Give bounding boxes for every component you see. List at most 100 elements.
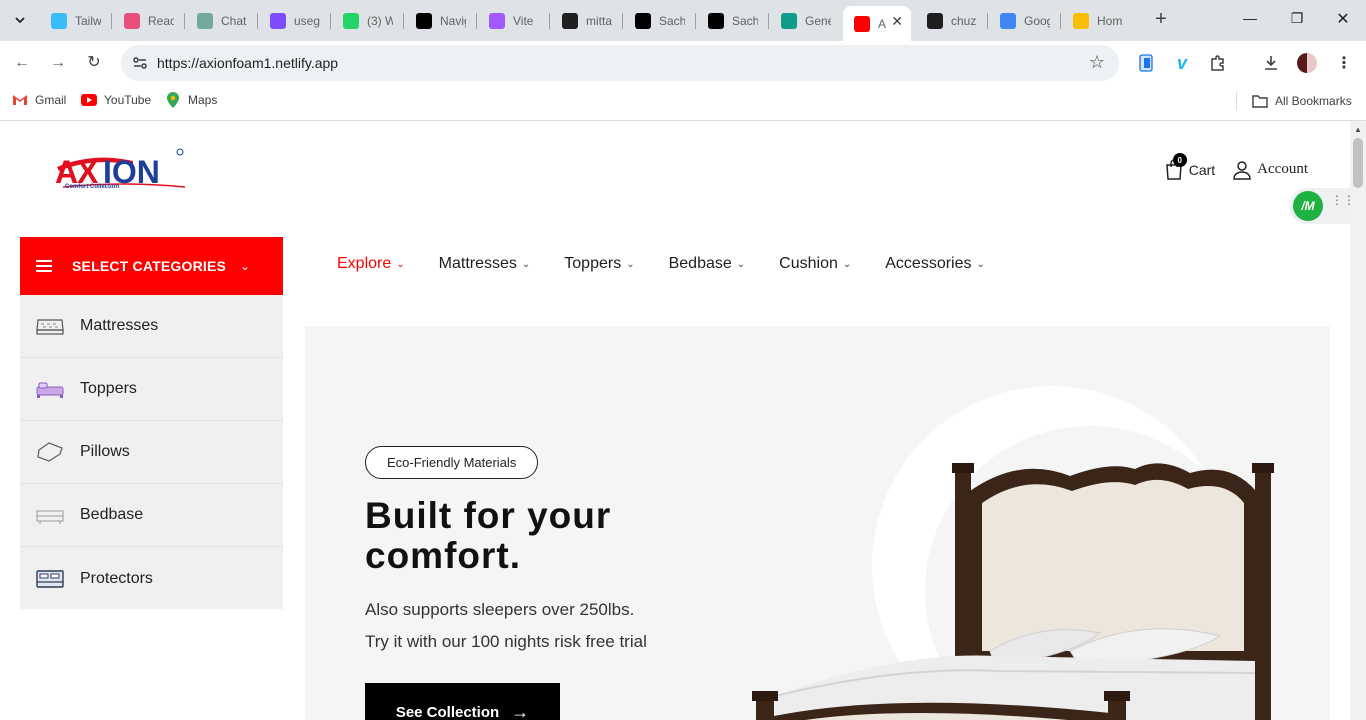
tab-title: Hom xyxy=(1097,13,1123,28)
minimize-button[interactable]: — xyxy=(1240,10,1260,26)
extensions-puzzle-icon[interactable] xyxy=(1207,52,1229,74)
nav-label: Cushion xyxy=(779,255,838,272)
profile-avatar[interactable] xyxy=(1296,52,1318,74)
browser-tab[interactable]: (3) W xyxy=(332,6,401,35)
hamburger-icon xyxy=(36,260,52,272)
browser-tab[interactable]: Sach xyxy=(624,6,693,35)
google-icon xyxy=(1000,12,1016,29)
tab-separator xyxy=(549,13,550,29)
hero-subtitle-line: Also supports sleepers over 250lbs. xyxy=(365,600,635,619)
floating-extension-widget[interactable]: / M ⋮⋮ xyxy=(1289,188,1350,224)
bookmark-star-icon[interactable]: ☆ xyxy=(1089,52,1105,73)
nav-toppers[interactable]: Toppers ⌄ xyxy=(564,255,634,273)
close-tab-icon[interactable]: ✕ xyxy=(891,13,903,30)
bookmark-maps[interactable]: Maps xyxy=(165,92,217,108)
nav-mattresses[interactable]: Mattresses ⌄ xyxy=(439,255,531,273)
see-collection-button[interactable]: See Collection → xyxy=(365,683,560,720)
category-item-toppers[interactable]: Toppers xyxy=(20,358,283,421)
bookmark-youtube[interactable]: YouTube xyxy=(81,93,151,107)
browser-tab[interactable]: Chat xyxy=(186,6,255,35)
nav-bedbase[interactable]: Bedbase ⌄ xyxy=(669,255,746,273)
new-tab-button[interactable]: + xyxy=(1151,9,1171,29)
tab-title: Goog xyxy=(1024,13,1050,28)
site-settings-icon[interactable] xyxy=(131,54,149,72)
browser-tab[interactable]: useg xyxy=(259,6,328,35)
drag-handle-icon[interactable]: ⋮⋮ xyxy=(1331,194,1350,206)
protector-icon xyxy=(36,569,64,588)
tab-separator xyxy=(330,13,331,29)
browser-tab[interactable]: Sach xyxy=(697,6,766,35)
folder-icon xyxy=(1252,94,1268,108)
nav-label: Accessories xyxy=(885,255,972,272)
scroll-up-arrow-icon[interactable]: ▲ xyxy=(1354,125,1362,134)
categories-title: SELECT CATEGORIES xyxy=(72,258,227,274)
category-item-mattresses[interactable]: Mattresses xyxy=(20,295,283,358)
download-icon[interactable] xyxy=(1260,52,1282,74)
axion-logo[interactable]: A X ION Comfort Collection xyxy=(53,147,188,191)
sach-icon xyxy=(708,12,724,29)
browser-tab[interactable]: chuz xyxy=(916,6,985,35)
extension-reader-icon[interactable] xyxy=(1135,52,1157,74)
tab-separator xyxy=(622,13,623,29)
nav-label: Toppers xyxy=(564,255,622,272)
browser-tab[interactable]: Tailw xyxy=(40,6,109,35)
tab-separator xyxy=(111,13,112,29)
category-label: Protectors xyxy=(80,569,153,587)
browser-tab[interactable]: mitta xyxy=(551,6,620,35)
category-label: Pillows xyxy=(80,443,130,460)
tab-search-button[interactable] xyxy=(7,8,33,32)
address-bar[interactable]: https://axionfoam1.netlify.app ☆ xyxy=(121,45,1119,81)
main-navigation: Explore ⌄ Mattresses ⌄ Toppers ⌄ Bedbase ⌄ C… xyxy=(337,255,1019,273)
bookmark-gmail[interactable]: Gmail xyxy=(12,93,66,107)
reload-button[interactable]: ↻ xyxy=(84,53,104,73)
category-item-bedbase[interactable]: Bedbase xyxy=(20,484,283,547)
nav-cushion[interactable]: Cushion ⌄ xyxy=(779,255,851,273)
nav-explore[interactable]: Explore ⌄ xyxy=(337,255,405,273)
chatgpt-icon xyxy=(197,12,213,29)
tab-title: A xyxy=(878,16,887,31)
browser-tab[interactable]: Gene xyxy=(770,6,839,35)
browser-tab[interactable]: A ✕ xyxy=(843,6,911,41)
mattress-icon xyxy=(36,319,64,335)
whatsapp-icon xyxy=(343,12,359,29)
browser-tab[interactable]: Vite xyxy=(478,6,547,35)
bed-product-image xyxy=(752,463,1274,720)
cart-button[interactable]: 0 Cart xyxy=(1165,153,1215,180)
bookmarks-bar: Gmail YouTube Maps All Bookmarks xyxy=(0,85,1366,121)
user-icon xyxy=(1233,160,1251,180)
select-categories-button[interactable]: SELECT CATEGORIES ⌄ xyxy=(20,237,283,295)
browser-tab[interactable]: Navig xyxy=(405,6,474,35)
logo-tagline: Comfort Collection xyxy=(65,184,119,190)
chevron-down-icon: ⌄ xyxy=(976,258,985,270)
close-window-button[interactable]: ✕ xyxy=(1333,9,1353,29)
forward-button[interactable]: → xyxy=(48,53,68,73)
all-bookmarks-folder[interactable]: All Bookmarks xyxy=(1236,92,1352,110)
category-item-protectors[interactable]: Protectors xyxy=(20,547,283,610)
account-button[interactable]: Account xyxy=(1233,160,1308,180)
browser-toolbar: ← → ↻ https://axionfoam1.netlify.app ☆ v… xyxy=(0,41,1366,85)
all-bookmarks-label: All Bookmarks xyxy=(1275,94,1352,108)
restore-button[interactable]: ❐ xyxy=(1287,10,1307,27)
scroll-thumb[interactable] xyxy=(1353,138,1363,188)
pillow-icon xyxy=(37,442,63,462)
tailwind-icon xyxy=(51,12,67,29)
menu-kebab-icon[interactable]: ⋮ xyxy=(1333,52,1355,74)
nav-label: Mattresses xyxy=(438,255,517,272)
category-item-pillows[interactable]: Pillows xyxy=(20,421,283,484)
browser-tab[interactable]: Goog xyxy=(989,6,1058,35)
account-label: Account xyxy=(1257,161,1308,177)
tab-title: (3) W xyxy=(367,13,393,28)
vimeo-extension-icon[interactable]: v xyxy=(1171,52,1193,74)
tab-title: useg xyxy=(294,13,320,28)
back-button[interactable]: ← xyxy=(12,53,32,73)
category-list: Mattresses Toppers Pillows Bedbase Prote… xyxy=(20,295,283,609)
bedbase-icon xyxy=(36,510,64,524)
hero-title: Built for your comfort. xyxy=(365,495,612,576)
nav-accessories[interactable]: Accessories ⌄ xyxy=(885,255,985,273)
button-label: See Collection xyxy=(395,703,500,720)
tab-title: Chat xyxy=(221,13,247,28)
page-scrollbar[interactable]: ▲ xyxy=(1350,121,1366,720)
browser-tab[interactable]: Hom xyxy=(1062,6,1131,35)
browser-tab[interactable]: React xyxy=(113,6,182,35)
gmail-icon xyxy=(12,93,28,107)
